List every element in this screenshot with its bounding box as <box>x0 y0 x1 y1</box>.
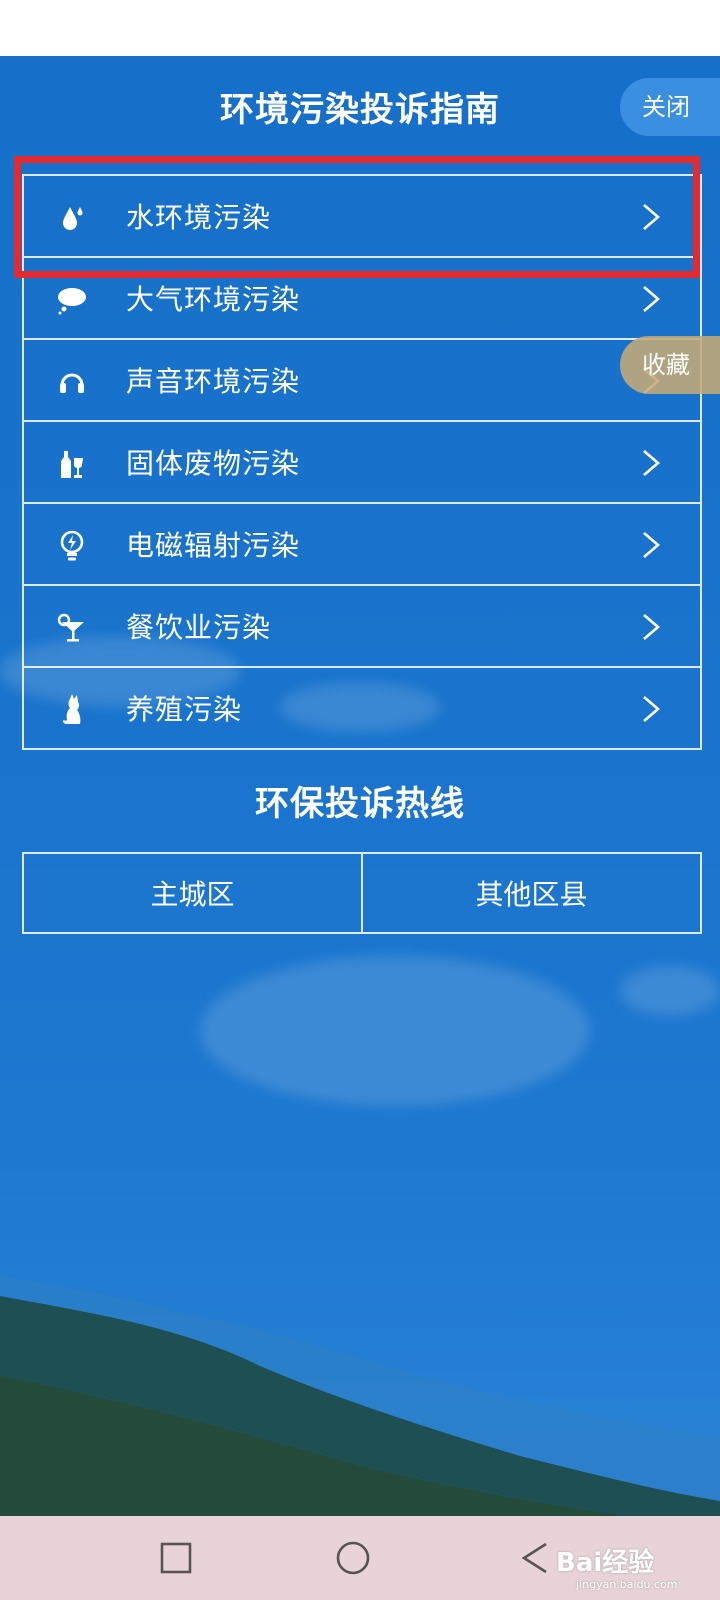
cloud-decoration <box>200 956 590 1106</box>
guide-item-label: 养殖污染 <box>126 693 243 726</box>
chevron-right-icon <box>643 450 660 476</box>
lightbulb-icon <box>54 528 90 564</box>
guide-item-solid-waste[interactable]: 固体废物污染 <box>24 422 700 504</box>
cocktail-icon <box>54 610 90 646</box>
back-icon[interactable] <box>516 1538 556 1578</box>
headphones-icon <box>54 364 90 400</box>
system-nav-bar: Bai经验 jingyan.baidu.com <box>0 1516 720 1600</box>
chevron-right-icon <box>643 286 660 312</box>
cat-icon <box>54 692 90 728</box>
chevron-right-icon <box>643 614 660 640</box>
watermark-url: jingyan.baidu.com <box>576 1578 678 1591</box>
hotline-options: 主城区 其他区县 <box>22 852 702 934</box>
cloud-decoration <box>620 966 720 1016</box>
hotline-main-city-button[interactable]: 主城区 <box>24 854 361 932</box>
guide-item-label: 电磁辐射污染 <box>126 529 301 562</box>
main-panel: 环境污染投诉指南 关闭 收藏 水环境污染 大气环境污染 声音环境污染 固体废物污… <box>0 56 720 1516</box>
recent-apps-icon[interactable] <box>156 1538 196 1578</box>
guide-item-label: 固体废物污染 <box>126 447 301 480</box>
guide-item-label: 声音环境污染 <box>126 365 301 398</box>
guide-item-noise[interactable]: 声音环境污染 <box>24 340 700 422</box>
favorite-button[interactable]: 收藏 <box>620 336 720 394</box>
home-icon[interactable] <box>333 1538 373 1578</box>
cloud-icon <box>54 282 90 318</box>
guide-item-label: 大气环境污染 <box>126 283 301 316</box>
chevron-right-icon <box>643 696 660 722</box>
mountain-scenery <box>0 1276 720 1516</box>
chevron-right-icon <box>643 532 660 558</box>
hotline-title: 环保投诉热线 <box>255 784 465 824</box>
guide-item-radiation[interactable]: 电磁辐射污染 <box>24 504 700 586</box>
close-button[interactable]: 关闭 <box>620 78 720 136</box>
guide-item-catering[interactable]: 餐饮业污染 <box>24 586 700 668</box>
hotline-other-districts-button[interactable]: 其他区县 <box>361 854 700 932</box>
highlight-annotation <box>14 156 700 278</box>
bottles-icon <box>54 446 90 482</box>
status-bar <box>0 0 720 56</box>
watermark-brand: Bai经验 <box>556 1548 655 1578</box>
page-title: 环境污染投诉指南 <box>220 90 500 130</box>
guide-item-label: 餐饮业污染 <box>126 611 272 644</box>
guide-item-breeding[interactable]: 养殖污染 <box>24 668 700 750</box>
